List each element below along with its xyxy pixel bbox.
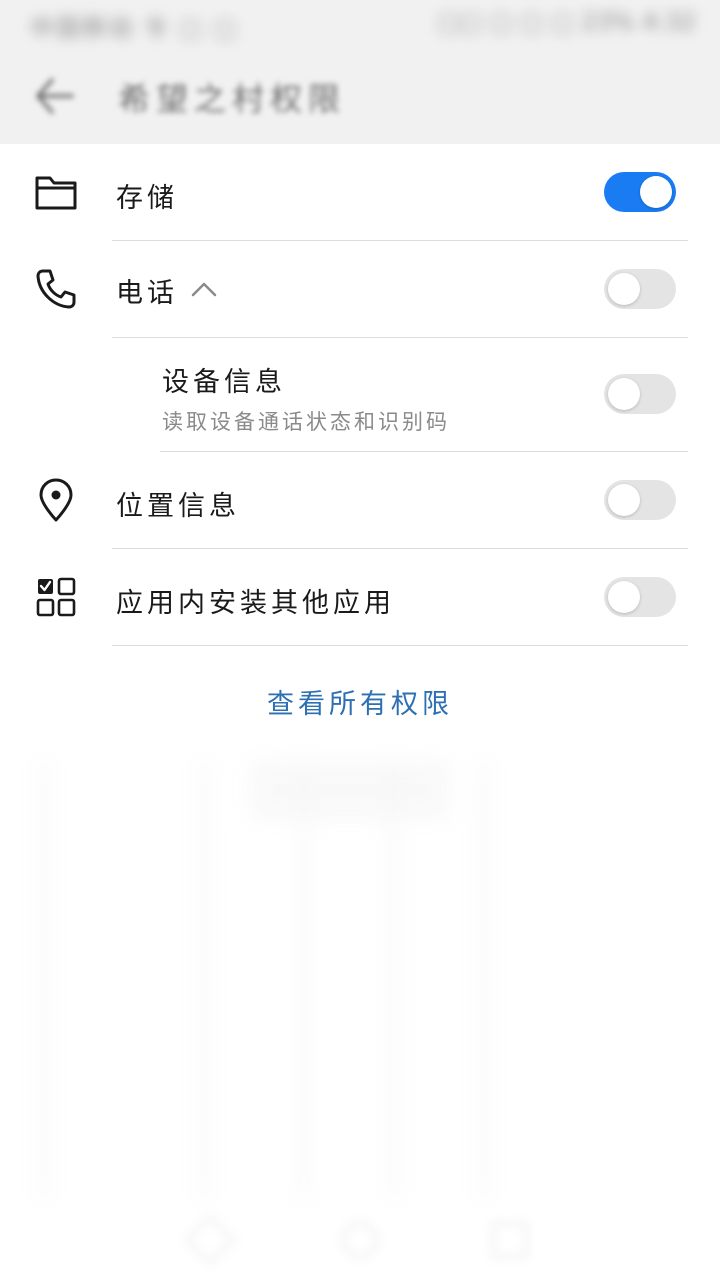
nav-back-icon[interactable] xyxy=(184,1214,236,1266)
phone-icon xyxy=(32,265,80,313)
chevron-up-icon[interactable] xyxy=(191,281,217,297)
status-bar: 中国移动 令 ▢ ▢ ▢▢ ▢ ▢ ▢ 23% 4:32 xyxy=(0,0,720,48)
permission-list: 存储 电话 设备信息 读取设备通话状态和识别码 位置信息 应用内安装其他应用 xyxy=(0,144,720,646)
apps-grid-icon xyxy=(32,573,80,621)
app-bar: 希望之村权限 xyxy=(0,48,720,144)
install-apps-toggle[interactable] xyxy=(604,577,676,617)
device-info-toggle[interactable] xyxy=(604,374,676,414)
permission-row-install-apps[interactable]: 应用内安装其他应用 xyxy=(0,549,720,646)
permission-label: 位置信息 xyxy=(116,491,240,522)
permission-row-phone[interactable]: 电话 xyxy=(0,241,720,338)
divider xyxy=(112,645,688,646)
page-title: 希望之村权限 xyxy=(118,80,347,118)
view-all-permissions-link[interactable]: 查看所有权限 xyxy=(0,682,720,721)
toggle-knob xyxy=(640,176,672,208)
arrow-left-icon xyxy=(36,78,74,114)
toggle-knob xyxy=(608,378,640,410)
status-left-text: 中国移动 令 ▢ ▢ xyxy=(30,14,239,42)
storage-toggle[interactable] xyxy=(604,172,676,212)
navigation-bar xyxy=(0,1200,720,1280)
phone-toggle[interactable] xyxy=(604,269,676,309)
folder-icon xyxy=(32,168,80,216)
toggle-knob xyxy=(608,273,640,305)
background-blur xyxy=(0,740,720,1280)
sub-permission-title: 设备信息 xyxy=(162,367,286,398)
toggle-knob xyxy=(608,484,640,516)
permissions-screen: 中国移动 令 ▢ ▢ ▢▢ ▢ ▢ ▢ 23% 4:32 希望之村权限 存储 电… xyxy=(0,0,720,1280)
permission-subrow-device-info[interactable]: 设备信息 读取设备通话状态和识别码 xyxy=(0,338,720,452)
permission-label: 存储 xyxy=(116,183,178,214)
sub-permission-description: 读取设备通话状态和识别码 xyxy=(162,410,450,434)
permission-label: 应用内安装其他应用 xyxy=(116,588,395,619)
permission-row-location[interactable]: 位置信息 xyxy=(0,452,720,549)
nav-recent-icon[interactable] xyxy=(492,1222,528,1258)
permission-row-storage[interactable]: 存储 xyxy=(0,144,720,241)
toggle-knob xyxy=(608,581,640,613)
header-area: 中国移动 令 ▢ ▢ ▢▢ ▢ ▢ ▢ 23% 4:32 希望之村权限 xyxy=(0,0,720,144)
location-pin-icon xyxy=(32,476,80,524)
nav-home-icon[interactable] xyxy=(342,1222,378,1258)
back-button[interactable] xyxy=(24,68,84,124)
status-right-text: ▢▢ ▢ ▢ ▢ 23% 4:32 xyxy=(437,8,696,36)
permission-label: 电话 xyxy=(116,278,178,309)
location-toggle[interactable] xyxy=(604,480,676,520)
